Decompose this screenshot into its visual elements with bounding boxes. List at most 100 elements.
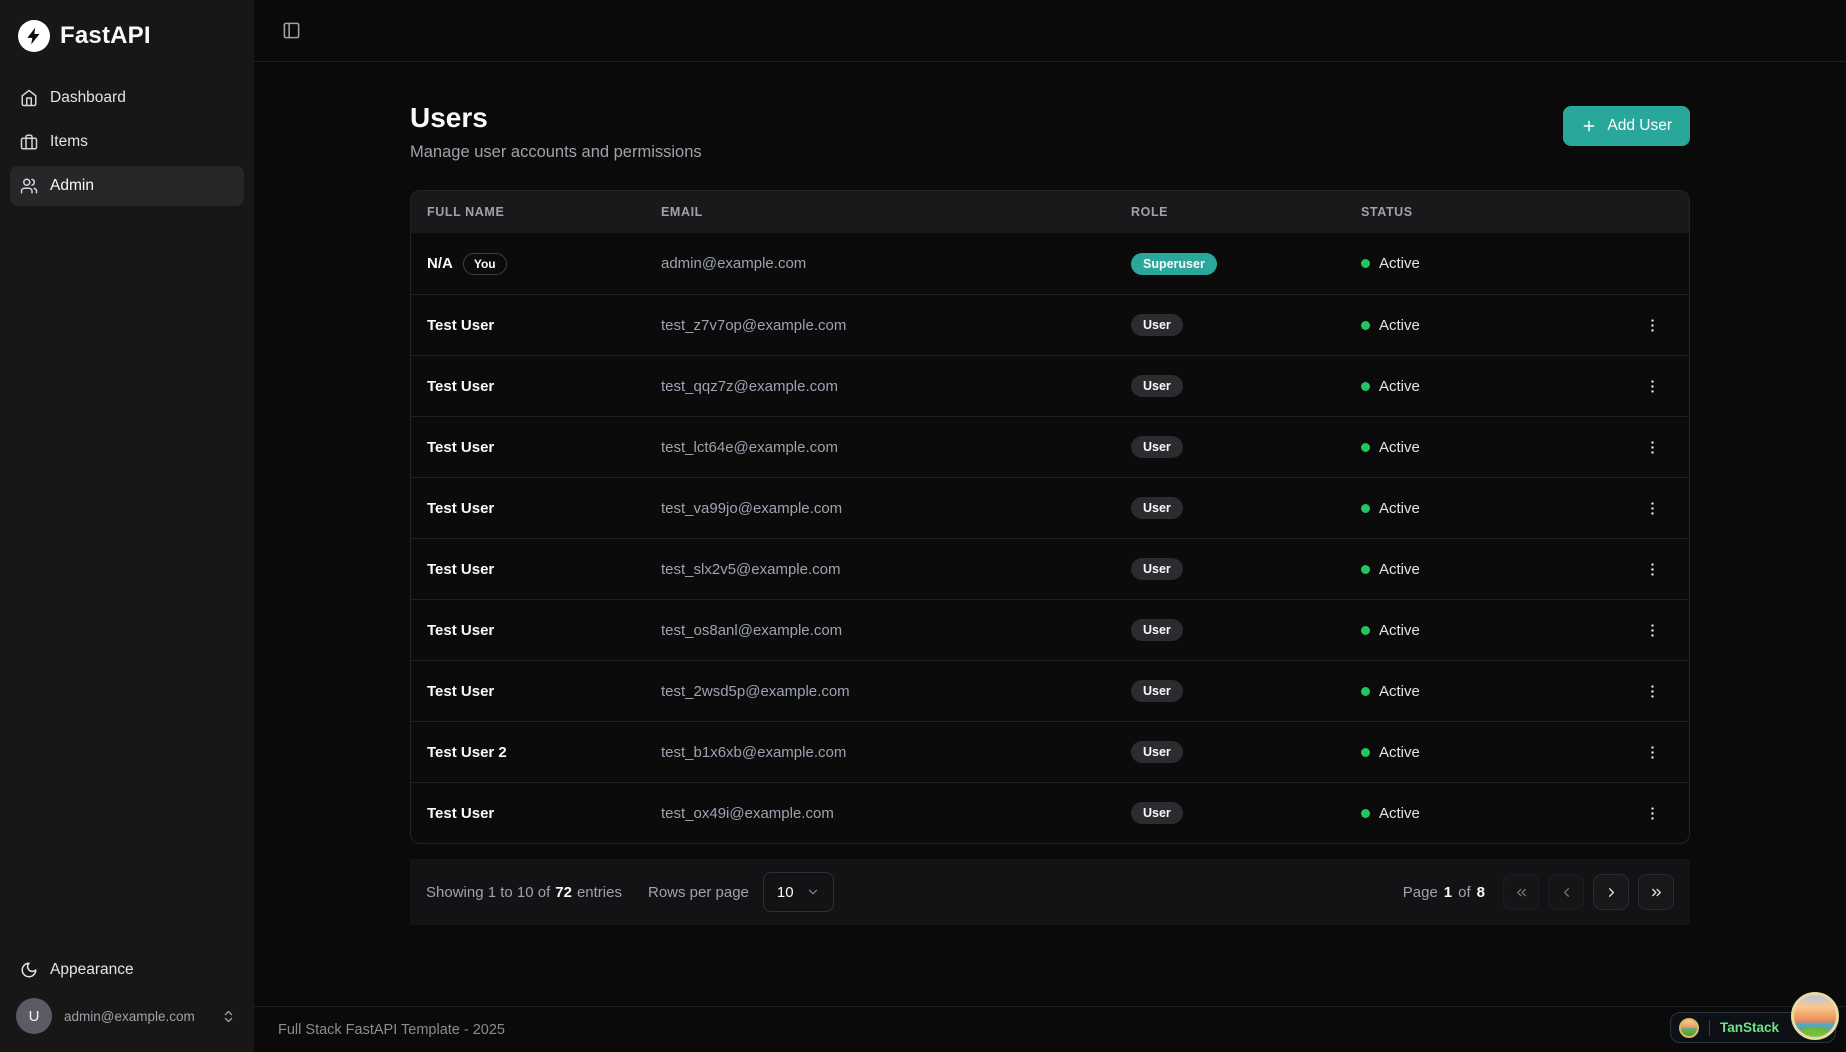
status-text: Active — [1379, 438, 1420, 456]
table-row: Test User test_qqz7z@example.com User Ac… — [411, 355, 1689, 416]
sidebar-item-dashboard[interactable]: Dashboard — [10, 78, 244, 118]
row-actions-menu-button[interactable] — [1640, 557, 1665, 582]
role-badge: User — [1131, 375, 1183, 398]
content: Users Manage user accounts and permissio… — [254, 62, 1846, 1006]
table-row: Test User 2 test_b1x6xb@example.com User… — [411, 721, 1689, 782]
role-badge: User — [1131, 314, 1183, 337]
role-badge: User — [1131, 619, 1183, 642]
topbar — [254, 0, 1846, 62]
column-header-full-name: Full Name — [427, 205, 505, 220]
user-full-name: Test User 2 — [427, 743, 507, 761]
role-badge: User — [1131, 802, 1183, 825]
pagination-bar: Showing 1 to 10 of 72 entries Rows per p… — [410, 859, 1690, 926]
user-menu[interactable]: U admin@example.com — [10, 990, 244, 1038]
status-dot-icon — [1361, 381, 1370, 391]
user-full-name: Test User — [427, 560, 495, 578]
user-full-name: N/A — [427, 255, 453, 273]
table-row: Test User test_va99jo@example.com User A… — [411, 477, 1689, 538]
status-text: Active — [1379, 743, 1420, 761]
role-badge: User — [1131, 741, 1183, 764]
fastapi-logo-icon — [18, 20, 50, 52]
sidebar-item-label: Items — [50, 133, 88, 150]
user-email: admin@example.com — [661, 255, 807, 273]
rows-per-page-select[interactable]: 10 — [762, 872, 834, 913]
status-dot-icon — [1361, 320, 1370, 330]
table-row: Test User test_ox49i@example.com User Ac… — [411, 782, 1689, 843]
sidebar-toggle-button[interactable] — [278, 17, 305, 44]
tanstack-label: TanStack — [1719, 1020, 1779, 1035]
table-row: Test User test_os8anl@example.com User A… — [411, 599, 1689, 660]
user-full-name: Test User — [427, 804, 495, 822]
chevrons-up-down-icon — [221, 1009, 236, 1024]
sidebar: FastAPI Dashboard Items Admin Appearance — [0, 0, 254, 1052]
row-actions-menu-button[interactable] — [1640, 435, 1665, 460]
table-row: N/A You admin@example.com Superuser Acti… — [411, 233, 1689, 294]
users-table: Full Name Email Role Status N/A You admi… — [410, 190, 1690, 845]
last-page-button[interactable] — [1638, 874, 1674, 911]
home-icon — [20, 89, 38, 107]
status-text: Active — [1379, 560, 1420, 578]
status-dot-icon — [1361, 259, 1370, 269]
add-user-button[interactable]: Add User — [1563, 106, 1690, 146]
row-actions-menu-button[interactable] — [1640, 679, 1665, 704]
user-full-name: Test User — [427, 499, 495, 517]
status-dot-icon — [1361, 564, 1370, 574]
table-body: N/A You admin@example.com Superuser Acti… — [411, 233, 1689, 843]
table-row: Test User test_slx2v5@example.com User A… — [411, 538, 1689, 599]
status-text: Active — [1379, 682, 1420, 700]
row-actions-menu-button[interactable] — [1640, 740, 1665, 765]
user-email: test_b1x6xb@example.com — [661, 743, 847, 761]
row-actions-menu-button[interactable] — [1640, 374, 1665, 399]
role-badge: User — [1131, 558, 1183, 581]
previous-page-button[interactable] — [1548, 874, 1584, 911]
page-indicator: Page 1 of 8 — [1402, 883, 1485, 901]
user-email: test_ox49i@example.com — [661, 804, 834, 822]
user-full-name: Test User — [427, 438, 495, 456]
status-dot-icon — [1361, 625, 1370, 635]
sidebar-nav: Dashboard Items Admin — [10, 78, 244, 206]
status-dot-icon — [1361, 747, 1370, 757]
column-header-email: Email — [661, 205, 703, 220]
role-badge: User — [1131, 680, 1183, 703]
user-full-name: Test User — [427, 377, 495, 395]
next-page-button[interactable] — [1593, 874, 1629, 911]
status-dot-icon — [1361, 686, 1370, 696]
user-email: test_qqz7z@example.com — [661, 377, 838, 395]
avatar: U — [16, 998, 52, 1034]
first-page-button[interactable] — [1503, 874, 1539, 911]
status-text: Active — [1379, 621, 1420, 639]
brand-name: FastAPI — [60, 22, 151, 49]
rows-per-page-label: Rows per page — [647, 883, 749, 901]
user-email: test_os8anl@example.com — [661, 621, 843, 639]
moon-icon — [20, 961, 38, 979]
table-row: Test User test_lct64e@example.com User A… — [411, 416, 1689, 477]
sidebar-item-admin[interactable]: Admin — [10, 166, 244, 206]
footer: Full Stack FastAPI Template - 2025 — [254, 1006, 1846, 1052]
user-full-name: Test User — [427, 316, 495, 334]
page-title: Users — [410, 102, 488, 133]
row-actions-menu-button[interactable] — [1640, 496, 1665, 521]
plus-icon — [1581, 118, 1597, 134]
user-email: test_lct64e@example.com — [661, 438, 838, 456]
row-actions-menu-button[interactable] — [1640, 313, 1665, 338]
status-text: Active — [1379, 804, 1420, 822]
appearance-label: Appearance — [50, 961, 134, 978]
role-badge: User — [1131, 436, 1183, 459]
status-dot-icon — [1361, 808, 1370, 818]
status-text: Active — [1379, 255, 1420, 273]
user-full-name: Test User — [427, 682, 495, 700]
main-area: Users Manage user accounts and permissio… — [254, 0, 1846, 1052]
status-text: Active — [1379, 316, 1420, 334]
sidebar-item-label: Dashboard — [50, 89, 126, 106]
sidebar-item-items[interactable]: Items — [10, 122, 244, 162]
tanstack-devtools-badge[interactable]: TanStack — [1669, 992, 1839, 1043]
brand: FastAPI — [10, 14, 244, 62]
row-actions-menu-button[interactable] — [1640, 618, 1665, 643]
status-dot-icon — [1361, 442, 1370, 452]
column-header-status: Status — [1361, 205, 1413, 220]
user-email: test_z7v7op@example.com — [661, 316, 847, 334]
appearance-toggle[interactable]: Appearance — [10, 950, 244, 990]
row-actions-menu-button[interactable] — [1640, 801, 1665, 826]
user-email: admin@example.com — [64, 1008, 195, 1024]
tanstack-logo-icon — [1678, 1017, 1699, 1038]
